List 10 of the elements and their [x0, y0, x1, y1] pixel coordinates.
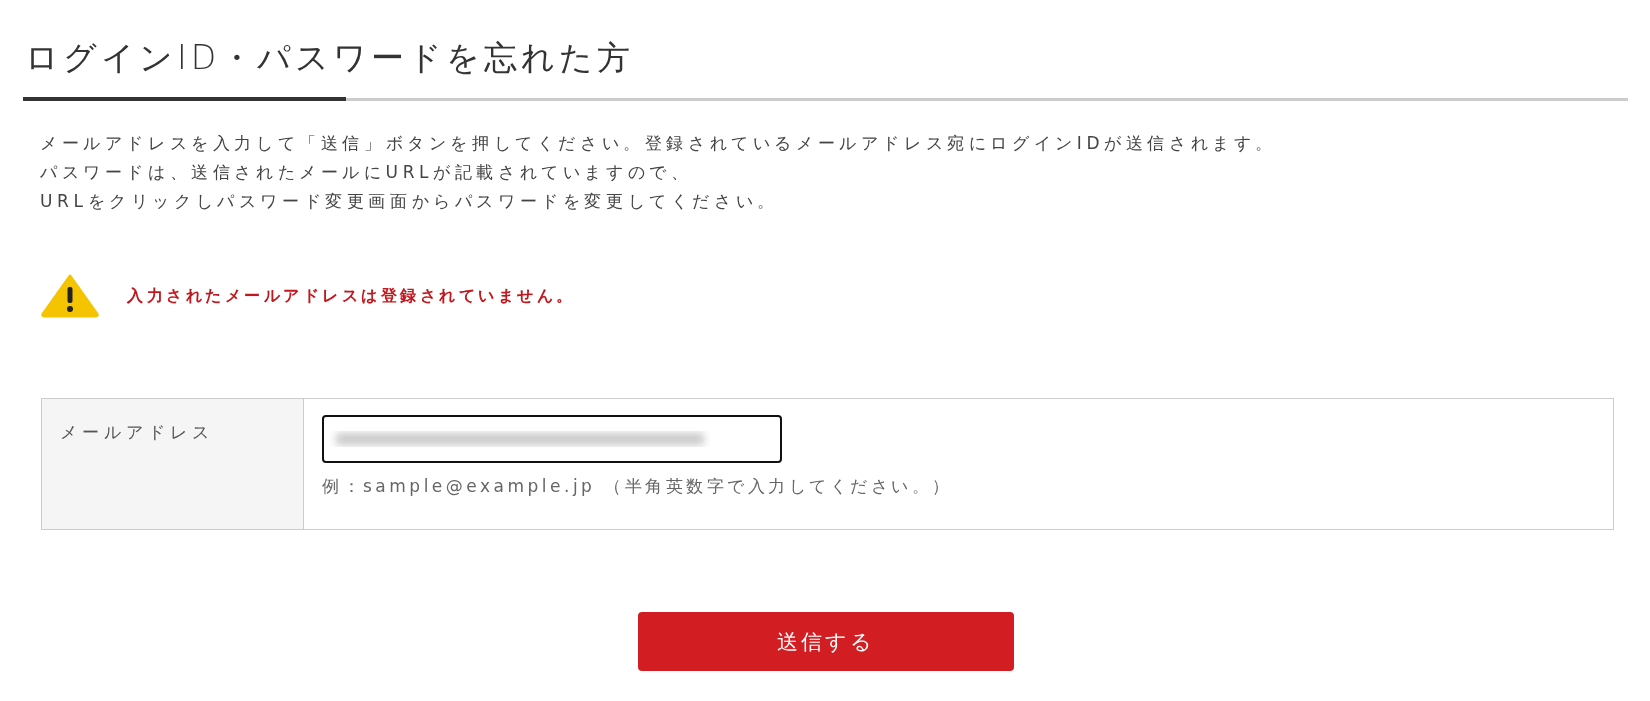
field-label: メールアドレス: [42, 399, 304, 529]
warning-icon: [41, 274, 99, 318]
submit-button[interactable]: 送信する: [637, 612, 1014, 671]
field-hint: 例：sample@example.jp （半角英数字で入力してください。）: [322, 475, 954, 498]
email-field[interactable]: [322, 415, 782, 463]
instruction-text: メールアドレスを入力して「送信」ボタンを押してください。登録されているメールアドレス宛にログインIDが送信されます。: [40, 133, 1278, 154]
page-heading: ログインID・パスワードを忘れた方: [25, 37, 636, 79]
error-message: 入力されたメールアドレスは登録されていません。: [127, 285, 576, 307]
instruction-text: パスワードは、送信されたメールにURLが記載されていますので、: [40, 162, 694, 183]
instruction-text: URLをクリックしパスワード変更画面からパスワードを変更してください。: [40, 191, 780, 212]
